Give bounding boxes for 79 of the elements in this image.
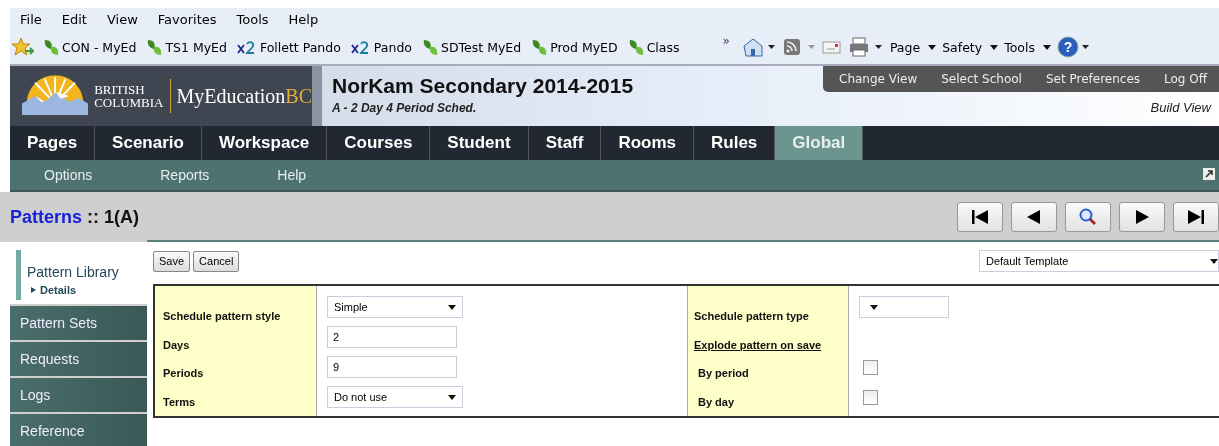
- header-link[interactable]: Select School: [929, 72, 1034, 86]
- view-label: Build View: [1150, 100, 1211, 115]
- header-link[interactable]: Change View: [827, 72, 930, 86]
- favorite-link[interactable]: TS1 MyEd: [141, 38, 232, 56]
- input-field[interactable]: 9: [327, 356, 457, 378]
- checkbox[interactable]: [863, 359, 878, 375]
- browser-menu[interactable]: Safety: [942, 39, 999, 55]
- menu-item[interactable]: Tools: [226, 11, 279, 27]
- favorite-link[interactable]: Pando: [345, 39, 417, 55]
- field-label: Schedule pattern style: [163, 309, 282, 325]
- menu-item[interactable]: View: [96, 11, 148, 27]
- leaf-icon: [422, 38, 438, 56]
- x2-logo-icon: [350, 39, 371, 55]
- header-link[interactable]: Set Preferences: [1033, 72, 1153, 86]
- last-record-button[interactable]: [1173, 202, 1219, 232]
- sidebar-item[interactable]: Logs: [10, 378, 147, 412]
- sidebar-item-label: Pattern Library: [27, 264, 119, 280]
- field-label: Terms: [163, 394, 197, 410]
- brand-name: MyEducationBC: [176, 84, 312, 108]
- diagonal-arrow-icon: [1204, 169, 1214, 179]
- sidebar-item[interactable]: Reference: [10, 414, 147, 446]
- dropdown-field[interactable]: Do not use: [327, 386, 463, 408]
- form-button[interactable]: Save: [153, 250, 191, 272]
- first-record-button[interactable]: [957, 202, 1003, 232]
- favorite-link[interactable]: Prod MyED: [526, 38, 623, 56]
- dropdown-field[interactable]: Simple: [327, 296, 463, 318]
- sidebar-item[interactable]: Pattern Sets: [10, 306, 147, 340]
- skip-to-end-icon: [1186, 209, 1206, 225]
- browser-menu[interactable]: Page: [889, 39, 937, 55]
- schedule-name: A - 2 Day 4 Period Sched.: [332, 101, 478, 115]
- field-label: Periods: [163, 366, 205, 382]
- favorites-star-icon[interactable]: [12, 37, 34, 57]
- sun-mountain-icon: [22, 74, 89, 118]
- browser-menu[interactable]: Tools: [1004, 39, 1051, 55]
- menu-item[interactable]: Help: [278, 11, 329, 27]
- template-dropdown[interactable]: Default Template: [979, 250, 1219, 272]
- sidebar-subitem[interactable]: Details: [31, 284, 119, 296]
- skip-to-start-icon: [970, 209, 990, 225]
- field-label: Days: [163, 337, 191, 353]
- sidebar-item[interactable]: Requests: [10, 342, 147, 376]
- checkbox[interactable]: [863, 389, 878, 405]
- leaf-icon: [627, 38, 644, 56]
- field-label: By period: [697, 366, 750, 382]
- field-label: By day: [697, 394, 736, 410]
- feed-icon[interactable]: [781, 37, 816, 57]
- x2-logo-icon: [236, 39, 257, 55]
- search-icon: [1078, 208, 1098, 226]
- subnav-link[interactable]: Options: [10, 167, 127, 183]
- favorite-link[interactable]: Follett Pando: [231, 39, 346, 55]
- favorite-link[interactable]: CON - MyEd: [38, 38, 142, 56]
- subnav-link[interactable]: Reports: [126, 167, 244, 183]
- previous-record-button[interactable]: [1011, 202, 1057, 232]
- menu-item[interactable]: Edit: [51, 11, 97, 27]
- logo-text: COLUMBIA: [94, 96, 164, 109]
- form-button[interactable]: Cancel: [193, 250, 240, 272]
- menu-item[interactable]: Favorites: [147, 11, 227, 27]
- input-field[interactable]: 2: [327, 326, 457, 348]
- leaf-icon: [146, 38, 163, 56]
- page-title: Patterns :: 1(A): [10, 206, 140, 228]
- favorite-link[interactable]: Class: [622, 38, 685, 56]
- leaf-icon: [531, 38, 548, 56]
- school-name: NorKam Secondary 2014-2015: [332, 74, 635, 98]
- more-favorites-button[interactable]: »: [722, 34, 730, 48]
- next-record-button[interactable]: [1119, 202, 1165, 232]
- dropdown-field[interactable]: [859, 296, 949, 318]
- subnav-link[interactable]: Help: [243, 167, 341, 183]
- header-link[interactable]: Log Off: [1152, 72, 1219, 86]
- section-link[interactable]: Explode pattern on save: [694, 330, 848, 359]
- popout-button[interactable]: [1203, 168, 1215, 180]
- search-button[interactable]: [1065, 202, 1111, 232]
- menu-item[interactable]: File: [10, 11, 52, 27]
- field-label: Schedule pattern type: [694, 309, 810, 325]
- mail-icon[interactable]: [821, 39, 842, 55]
- logo-text: BRITISH: [94, 83, 146, 96]
- sidebar-item[interactable]: Pattern Library Details: [10, 242, 147, 304]
- leaf-icon: [43, 38, 59, 56]
- home-icon[interactable]: [741, 37, 776, 57]
- favorite-link[interactable]: SDTest MyEd: [417, 38, 527, 56]
- printer-icon[interactable]: [847, 37, 884, 57]
